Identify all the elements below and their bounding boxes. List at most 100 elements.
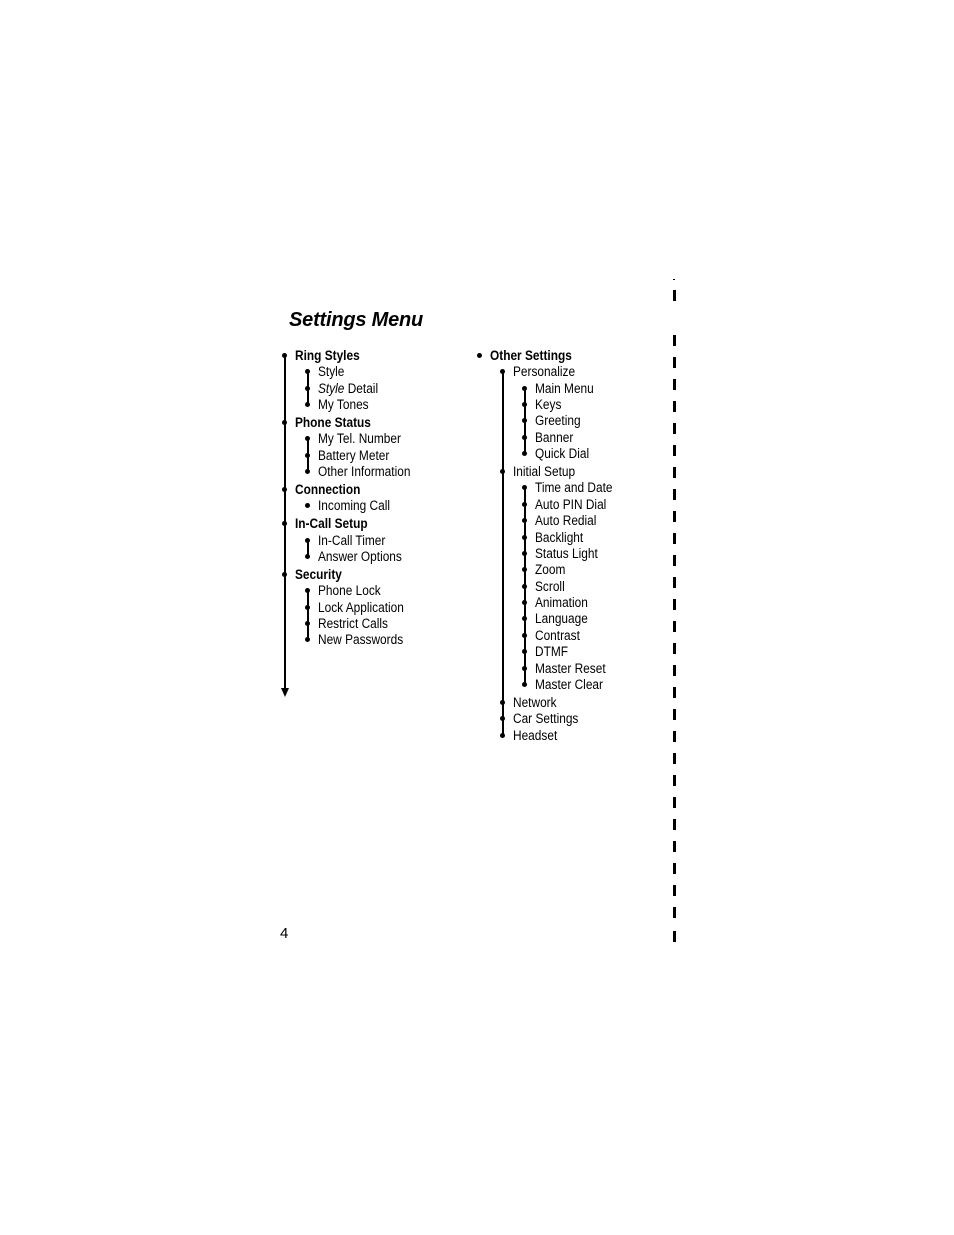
bullet-icon [522,682,527,687]
bullet-icon [522,418,527,423]
margin-mark [673,577,676,588]
menu-item-style: Style [318,364,345,379]
menu-item-lock-application: Lock Application [318,600,404,615]
margin-mark [673,907,676,918]
bullet-icon [522,666,527,671]
subtree-line [307,591,309,640]
menu-item-restrict-calls: Restrict Calls [318,616,388,631]
bullet-icon [305,453,310,458]
menu-item-incoming-call: Incoming Call [318,498,390,513]
menu-item-ring-styles: Ring Styles [295,348,360,363]
margin-mark [673,555,676,566]
menu-item-style-detail-italic: Style [318,381,345,396]
margin-mark [673,885,676,896]
bullet-icon [522,633,527,638]
menu-item-initial-setup: Initial Setup [513,464,576,479]
menu-item-scroll: Scroll [535,579,565,594]
margin-mark [673,709,676,720]
bullet-icon [522,485,527,490]
margin-mark [673,643,676,654]
bullet-icon [282,487,287,492]
bullet-icon [500,733,505,738]
menu-item-style-detail: Style Detail [318,381,378,397]
margin-mark [673,731,676,742]
bullet-icon [282,521,287,526]
bullet-icon [305,621,310,626]
menu-item-car-settings: Car Settings [513,711,579,726]
menu-item-time-and-date: Time and Date [535,480,613,495]
bullet-icon [305,538,310,543]
menu-item-auto-pin-dial: Auto PIN Dial [535,497,607,512]
bullet-icon [500,469,505,474]
bullet-icon [305,386,310,391]
menu-item-status-light: Status Light [535,546,598,561]
bullet-icon [522,649,527,654]
margin-mark [673,357,676,368]
margin-mark [673,687,676,698]
bullet-icon [522,551,527,556]
menu-item-phone-status: Phone Status [295,415,371,430]
margin-mark [673,797,676,808]
menu-item-my-tones: My Tones [318,397,369,412]
menu-item-phone-lock: Phone Lock [318,583,381,598]
bullet-icon [305,554,310,559]
bullet-icon [305,369,310,374]
bullet-icon [522,518,527,523]
bullet-icon [305,637,310,642]
bullet-icon [522,567,527,572]
menu-item-headset: Headset [513,728,558,743]
menu-item-main-menu: Main Menu [535,381,594,396]
bullet-icon [305,503,310,508]
menu-item-my-tel-number: My Tel. Number [318,431,401,446]
bullet-icon [282,420,287,425]
bullet-icon [500,700,505,705]
bullet-icon [522,451,527,456]
menu-item-language: Language [535,611,588,626]
menu-item-quick-dial: Quick Dial [535,446,590,461]
menu-item-personalize: Personalize [513,364,576,379]
bullet-icon [522,402,527,407]
menu-item-master-reset: Master Reset [535,661,606,676]
bullet-icon [522,386,527,391]
margin-mark [673,511,676,522]
menu-item-backlight: Backlight [535,530,584,545]
bullet-icon [305,469,310,474]
margin-mark [673,599,676,610]
menu-item-battery-meter: Battery Meter [318,448,390,463]
margin-mark [673,445,676,456]
margin-mark [673,290,676,301]
bullet-icon [477,353,482,358]
menu-item-zoom: Zoom [535,562,566,577]
margin-mark [673,931,676,942]
bullet-icon [522,616,527,621]
page-title: Settings Menu [289,309,424,331]
menu-item-security: Security [295,567,342,582]
bullet-icon [305,588,310,593]
margin-mark [673,335,676,346]
bullet-icon [282,572,287,577]
margin-mark [673,863,676,874]
menu-item-network: Network [513,695,557,710]
margin-mark [673,379,676,390]
bullet-icon [522,584,527,589]
bullet-icon [305,605,310,610]
menu-item-connection: Connection [295,482,361,497]
margin-tick [673,279,675,280]
menu-item-answer-options: Answer Options [318,549,402,564]
menu-item-banner: Banner [535,430,574,445]
bullet-icon [305,402,310,407]
bullet-icon [522,600,527,605]
menu-item-dtmf: DTMF [535,644,568,659]
menu-item-in-call-timer: In-Call Timer [318,533,386,548]
bullet-icon [500,716,505,721]
menu-item-auto-redial: Auto Redial [535,513,597,528]
menu-item-greeting: Greeting [535,413,581,428]
menu-item-other-information: Other Information [318,464,411,479]
margin-mark [673,753,676,764]
menu-item-contrast: Contrast [535,628,580,643]
margin-mark [673,841,676,852]
bullet-icon [522,535,527,540]
bullet-icon [522,435,527,440]
down-arrow-icon [281,688,289,697]
menu-item-style-detail-rest: Detail [344,381,379,396]
